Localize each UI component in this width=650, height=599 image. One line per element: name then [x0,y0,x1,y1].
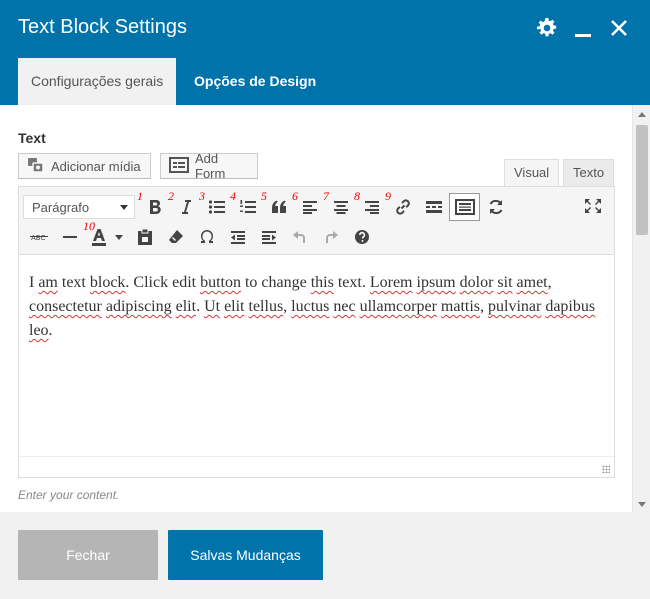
resize-handle-icon[interactable] [602,465,610,473]
align-center-button[interactable]: 7 [323,189,356,221]
field-hint: Enter your content. [18,488,120,502]
italic-button[interactable]: 2 [168,189,201,221]
editor-toolbar: Parágrafo 1 2 3 4 5 6 7 8 9 ABC 10 [19,187,614,255]
annotation-number: 4 [230,189,236,203]
bullet-list-button[interactable]: 3 [199,189,232,221]
paste-text-button[interactable] [129,223,160,251]
strikethrough-button[interactable]: ABC [23,223,54,251]
indent-button[interactable] [253,223,284,251]
undo-button[interactable] [284,223,315,251]
special-character-button[interactable] [191,223,222,251]
insert-link-button[interactable]: 9 [385,189,418,221]
fullscreen-button[interactable] [577,192,608,220]
annotation-number: 10 [83,219,95,233]
scroll-up-icon[interactable] [638,112,646,117]
form-icon [169,156,189,176]
field-label: Text [18,130,46,146]
header-actions [536,17,630,39]
toolbar-row-2: ABC 10 [23,219,377,252]
chevron-down-icon [115,234,123,240]
minimize-icon[interactable] [572,17,594,39]
toolbar-toggle-button[interactable] [449,193,480,221]
redo-button[interactable] [315,223,346,251]
blockquote-button[interactable]: 5 [261,189,294,221]
gear-icon[interactable] [536,17,558,39]
save-changes-button[interactable]: Salvas Mudanças [168,530,323,580]
clear-formatting-button[interactable] [160,223,191,251]
numbered-list-button[interactable]: 4 [230,189,263,221]
help-button[interactable] [346,223,377,251]
format-select[interactable]: Parágrafo [23,195,135,219]
annotation-number: 1 [137,189,143,203]
tab-texto[interactable]: Texto [563,159,615,186]
scrollbar[interactable] [632,105,650,512]
toolbar-row-1: Parágrafo 1 2 3 4 5 6 7 8 9 [23,189,511,222]
annotation-number: 2 [168,189,174,203]
annotation-number: 8 [354,189,360,203]
scroll-down-icon[interactable] [638,502,646,507]
svg-text:ABC: ABC [31,234,45,242]
settings-panel: Text Adicionar mídia Add Form Visual Tex… [0,105,632,512]
format-select-value: Parágrafo [32,199,90,215]
close-button[interactable]: Fechar [18,530,158,580]
rich-text-editor[interactable]: Parágrafo 1 2 3 4 5 6 7 8 9 ABC 10 I am … [18,186,615,478]
align-left-button[interactable]: 6 [292,189,325,221]
scrollbar-thumb[interactable] [636,125,648,235]
editor-statusbar [19,456,614,477]
editor-content[interactable]: I am text block. Click edit button to ch… [29,271,604,343]
tab-design-options[interactable]: Opções de Design [181,58,329,105]
annotation-number: 3 [199,189,205,203]
close-icon[interactable] [608,17,630,39]
modal-title: Text Block Settings [18,16,187,38]
align-right-button[interactable]: 8 [354,189,387,221]
add-media-label: Adicionar mídia [51,158,141,174]
text-color-button[interactable]: 10 [83,219,129,251]
media-icon [27,157,45,176]
annotation-number: 6 [292,189,298,203]
add-media-button[interactable]: Adicionar mídia [18,153,151,179]
add-form-button[interactable]: Add Form [160,151,258,181]
add-form-label: Add Form [195,151,226,181]
read-more-button[interactable] [418,193,449,221]
bold-button[interactable]: 1 [137,189,170,221]
modal-header: Text Block Settings Configurações gerais… [0,0,650,105]
horizontal-line-button[interactable] [54,223,85,251]
tab-visual[interactable]: Visual [504,159,560,187]
outdent-button[interactable] [222,223,253,251]
annotation-number: 7 [323,189,329,203]
annotation-number: 5 [261,189,267,203]
refresh-button[interactable] [480,193,511,221]
chevron-down-icon [120,204,128,210]
tab-general-settings[interactable]: Configurações gerais [18,58,177,105]
annotation-number: 9 [385,189,391,203]
